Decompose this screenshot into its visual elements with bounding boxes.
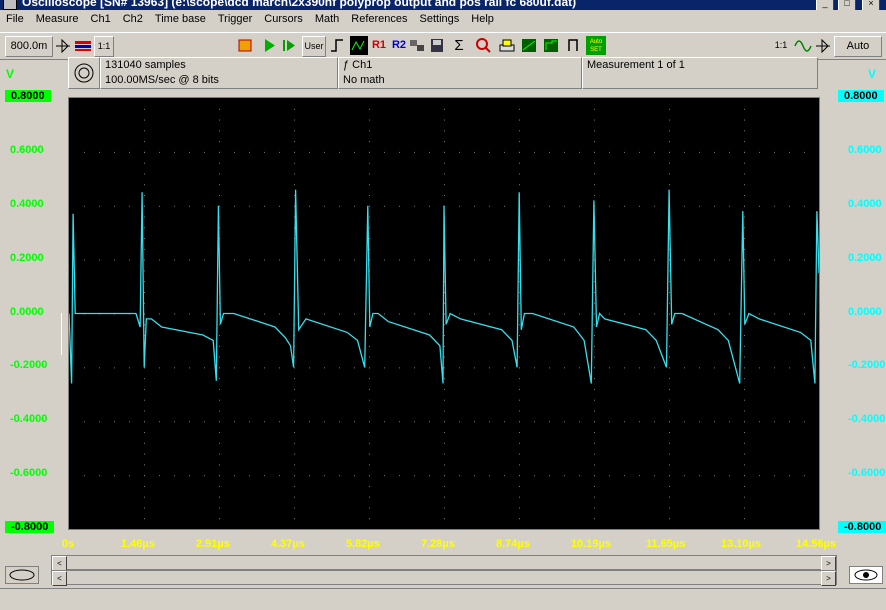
- x-axis-tick-label: 5.82µs: [346, 538, 380, 550]
- right-axis-tick-label: 0.2000: [848, 251, 882, 264]
- menu-cursors[interactable]: Cursors: [258, 11, 309, 29]
- menu-ch2[interactable]: Ch2: [117, 11, 149, 29]
- right-axis-tick-label: -0.8000: [838, 521, 886, 533]
- left-axis-tick-label: 0.0000: [10, 305, 44, 318]
- capture-status-icon[interactable]: [68, 57, 100, 89]
- horizontal-scrollbar-bottom[interactable]: < >: [51, 570, 837, 586]
- minimize-icon[interactable]: _: [816, 0, 834, 10]
- scroll-left-top-button[interactable]: <: [52, 556, 67, 571]
- sine-wave-icon[interactable]: [794, 36, 812, 55]
- timebase-select[interactable]: 800.0m: [5, 36, 53, 57]
- info-bar: 131040 samples 100.00MS/sec @ 8 bits ƒ C…: [68, 57, 818, 89]
- menu-trigger[interactable]: Trigger: [212, 11, 258, 29]
- scroll-right-top-button[interactable]: >: [821, 556, 836, 571]
- menu-measure[interactable]: Measure: [30, 11, 85, 29]
- right-axis-tick-label: -0.4000: [848, 413, 886, 426]
- x-axis-tick-label: 11.65µs: [646, 538, 686, 550]
- channel-info: ƒ Ch1 No math: [338, 57, 582, 89]
- right-axis-tick-label: -0.6000: [848, 467, 886, 480]
- menu-settings[interactable]: Settings: [414, 11, 466, 29]
- stop-icon[interactable]: [236, 36, 254, 55]
- right-axis-tick-label: 0.6000: [848, 143, 882, 156]
- menu-references[interactable]: References: [345, 11, 413, 29]
- reference-r1-button[interactable]: R1: [370, 36, 388, 55]
- left-axis-tick-label: 0.2000: [10, 251, 44, 264]
- close-icon[interactable]: ×: [862, 0, 880, 10]
- left-axis-tick-label: -0.4000: [10, 413, 48, 426]
- right-axis-tick-label: 0.4000: [848, 197, 882, 210]
- reference-r2-button[interactable]: R2: [390, 36, 408, 55]
- print-icon[interactable]: [498, 36, 516, 55]
- x-axis-tick-label: 1.46µs: [121, 538, 155, 550]
- menu-help[interactable]: Help: [465, 11, 500, 29]
- channel-colors-icon[interactable]: [74, 36, 92, 55]
- status-bar: [0, 588, 886, 610]
- trigger-right-icon[interactable]: [814, 36, 832, 55]
- channel-name: ƒ Ch1: [343, 59, 373, 71]
- sample-rate: 100.00MS/sec @ 8 bits: [105, 74, 219, 86]
- user-button[interactable]: User: [302, 36, 326, 57]
- x-axis-tick-label: 0s: [62, 538, 75, 550]
- bracket-icon[interactable]: [564, 36, 582, 55]
- left-axis-unit: V: [6, 67, 15, 81]
- zoom-icon[interactable]: [474, 36, 492, 55]
- oscilloscope-app-icon: [3, 0, 17, 10]
- scale-1-1-right-button[interactable]: 1:1: [772, 36, 790, 55]
- menu-time-base[interactable]: Time base: [149, 11, 212, 29]
- save-icon[interactable]: [428, 36, 446, 55]
- toolbar: 800.0m 1:1 User R1 R2 Σ Auto SET 1:1 Aut…: [0, 32, 886, 60]
- eye-view-icon[interactable]: [849, 566, 883, 584]
- export-icon[interactable]: [408, 36, 426, 55]
- x-axis-tick-label: 10.19µs: [571, 538, 611, 550]
- right-axis-tick-label: -0.2000: [848, 359, 886, 372]
- left-axis-tick-label: -0.2000: [10, 359, 48, 372]
- ellipse-button[interactable]: [5, 566, 39, 584]
- persistence-icon[interactable]: [520, 36, 538, 55]
- maximize-icon[interactable]: □: [838, 0, 856, 10]
- x-axis-tick-label: 4.37µs: [271, 538, 305, 550]
- ch1-trace: [68, 189, 820, 384]
- left-axis-tick-label: 0.8000: [5, 90, 51, 102]
- waveform-plot: [68, 108, 820, 520]
- menu-math[interactable]: Math: [309, 11, 345, 29]
- x-axis-tick-label: 8.74µs: [496, 538, 530, 550]
- title-bar: Oscilloscope [SN# 13963] (e:\scope\dcd m…: [0, 0, 886, 10]
- scroll-left-bottom-button[interactable]: <: [52, 571, 67, 586]
- left-axis-tick-label: -0.6000: [10, 467, 48, 480]
- channel-waveform-icon[interactable]: [350, 36, 368, 55]
- measurement-info: Measurement 1 of 1: [582, 57, 818, 89]
- sum-icon[interactable]: Σ: [450, 36, 468, 55]
- left-axis-tick-label: -0.8000: [5, 521, 55, 533]
- left-axis-tick-label: 0.6000: [10, 143, 44, 156]
- right-axis-tick-label: 0.0000: [848, 305, 882, 318]
- run-icon[interactable]: [260, 36, 278, 55]
- menu-bar: File Measure Ch1 Ch2 Time base Trigger Cursors…: [0, 11, 886, 30]
- x-axis-tick-label: 14.56µs: [796, 538, 836, 550]
- right-axis-tick-label: 0.8000: [838, 90, 884, 102]
- menu-file[interactable]: File: [0, 11, 30, 29]
- grid: [84, 108, 805, 520]
- scope-display[interactable]: [68, 97, 820, 530]
- trigger-level-icon[interactable]: [54, 36, 72, 55]
- right-axis-unit: V: [868, 67, 877, 81]
- single-shot-icon[interactable]: [280, 36, 298, 55]
- math-status: No math: [343, 74, 385, 86]
- samples-count: 131040 samples: [105, 59, 186, 71]
- x-axis-tick-label: 7.28µs: [421, 538, 455, 550]
- x-axis-tick-label: 13.10µs: [721, 538, 761, 550]
- xy-mode-icon[interactable]: [542, 36, 560, 55]
- measurement-label: Measurement 1 of 1: [587, 59, 685, 71]
- window-title: Oscilloscope [SN# 13963] (e:\scope\dcd m…: [22, 0, 577, 9]
- trigger-marker[interactable]: [61, 313, 66, 355]
- auto-button[interactable]: Auto: [834, 36, 882, 57]
- left-axis-tick-label: 0.4000: [10, 197, 44, 210]
- samples-info: 131040 samples 100.00MS/sec @ 8 bits: [100, 57, 338, 89]
- autoset-button[interactable]: Auto SET: [586, 36, 606, 55]
- trigger-edge-icon[interactable]: [328, 36, 346, 55]
- scale-1-1-button[interactable]: 1:1: [94, 36, 114, 57]
- x-axis-tick-label: 2.91µs: [196, 538, 230, 550]
- menu-ch1[interactable]: Ch1: [85, 11, 117, 29]
- scroll-right-bottom-button[interactable]: >: [821, 571, 836, 586]
- horizontal-scrollbar-top[interactable]: < >: [51, 555, 837, 571]
